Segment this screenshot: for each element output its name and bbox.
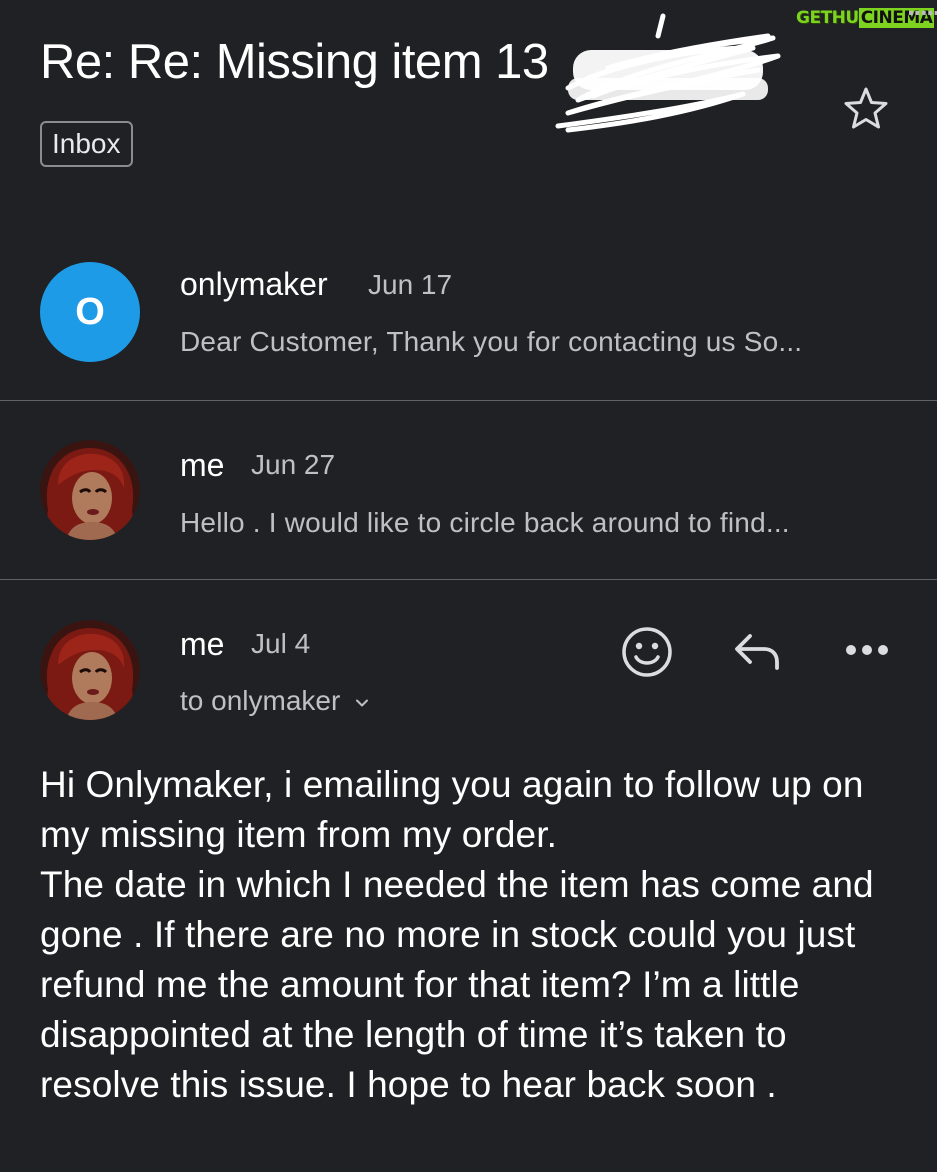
message-date: Jun 17 <box>368 269 453 300</box>
redaction-scribble <box>555 13 781 133</box>
message-date: Jul 4 <box>251 628 311 659</box>
message-date: Jun 27 <box>251 449 336 480</box>
recipient-details-toggle[interactable]: to onlymaker <box>180 685 370 717</box>
message-body: Hi Onlymaker, i emailing you again to fo… <box>40 764 874 1105</box>
avatar <box>40 620 140 720</box>
inbox-label-chip[interactable]: Inbox <box>40 121 133 167</box>
avatar: O <box>40 262 140 362</box>
email-subject: Re: Re: Missing item 13 <box>40 35 549 89</box>
sender-name: me <box>180 447 225 483</box>
sender-name: me <box>180 626 225 662</box>
emoji-icon[interactable] <box>620 625 674 679</box>
message-row-onlymaker[interactable]: O onlymaker Jun 17 Dear Customer, Thank … <box>0 220 937 400</box>
message-row-me[interactable]: me Jun 27 Hello . I would like to circle… <box>0 401 937 579</box>
chevron-down-icon <box>356 699 369 707</box>
more-horiz-icon[interactable] <box>844 642 890 658</box>
avatar <box>40 440 140 540</box>
reply-icon[interactable] <box>732 628 782 674</box>
message-snippet: Hello . I would like to circle back arou… <box>180 507 790 538</box>
sender-name: onlymaker <box>180 266 328 302</box>
star-icon[interactable] <box>842 84 890 132</box>
recipient-line: to onlymaker <box>180 685 341 716</box>
message-snippet: Dear Customer, Thank you for contacting … <box>180 326 803 357</box>
watermark-logo: GETHUCINEMA ▪▪▪▪▪ <box>796 8 937 28</box>
divider <box>0 579 937 580</box>
